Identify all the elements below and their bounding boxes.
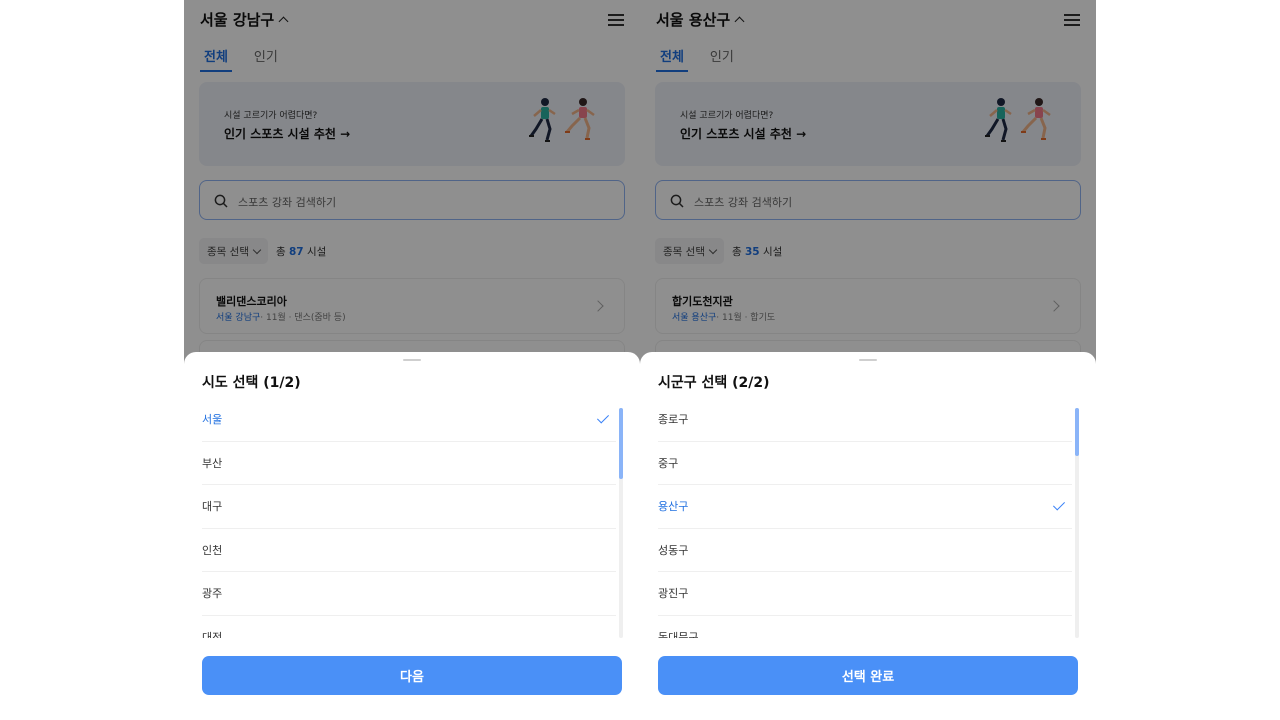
sheet-grab-handle[interactable]: [859, 359, 877, 361]
phone-screen-district: 서울 용산구 전체 인기 시설 고르기가 어렵다면? 인기 스포츠 시설 추천 → 스포츠…: [640, 0, 1096, 720]
stage: 서울 강남구 전체 인기 시설 고르기가 어렵다면? 인기 스포츠 시설 추천 → 스포츠…: [0, 0, 1280, 720]
check-icon: [596, 411, 610, 424]
check-icon: [1052, 498, 1066, 511]
scrollbar[interactable]: [619, 408, 623, 638]
list-item[interactable]: 인천: [202, 529, 616, 572]
next-button[interactable]: 다음: [202, 656, 622, 695]
option-label: 인천: [202, 543, 223, 557]
phone-screen-province: 서울 강남구 전체 인기 시설 고르기가 어렵다면? 인기 스포츠 시설 추천 → 스포츠…: [184, 0, 640, 720]
bottom-sheet: 시도 선택 (1/2) 서울부산대구인천광주대전다음: [184, 352, 640, 720]
option-label: 중구: [658, 456, 679, 470]
option-label: 용산구: [658, 500, 689, 514]
list-item[interactable]: 부산: [202, 442, 616, 485]
option-label: 부산: [202, 456, 223, 470]
list-item[interactable]: 용산구: [658, 485, 1072, 529]
list-item[interactable]: 종로구: [658, 398, 1072, 442]
option-label: 성동구: [658, 543, 689, 557]
sheet-title: 시도 선택 (1/2): [202, 375, 301, 391]
option-label: 대구: [202, 500, 223, 514]
list-item[interactable]: 대전: [202, 616, 616, 638]
option-label: 광주: [202, 587, 223, 601]
list-item[interactable]: 대구: [202, 485, 616, 529]
sheet-title: 시군구 선택 (2/2): [658, 375, 770, 391]
option-label: 대전: [202, 630, 223, 638]
confirm-button[interactable]: 선택 완료: [658, 656, 1078, 695]
option-list: 서울부산대구인천광주대전: [202, 398, 616, 638]
list-item[interactable]: 서울: [202, 398, 616, 442]
scrollbar-thumb[interactable]: [1075, 408, 1079, 456]
list-item[interactable]: 광주: [202, 572, 616, 616]
option-list: 종로구중구용산구성동구광진구동대문구: [658, 398, 1072, 638]
option-label: 서울: [202, 413, 223, 427]
list-item[interactable]: 광진구: [658, 572, 1072, 616]
option-label: 광진구: [658, 587, 689, 601]
list-item[interactable]: 성동구: [658, 529, 1072, 572]
scrollbar[interactable]: [1075, 408, 1079, 638]
list-item[interactable]: 중구: [658, 442, 1072, 485]
scrollbar-thumb[interactable]: [619, 408, 623, 479]
sheet-grab-handle[interactable]: [403, 359, 421, 361]
list-item[interactable]: 동대문구: [658, 616, 1072, 638]
option-label: 종로구: [658, 413, 689, 427]
bottom-sheet: 시군구 선택 (2/2) 종로구중구용산구성동구광진구동대문구선택 완료: [640, 352, 1096, 720]
option-label: 동대문구: [658, 630, 699, 638]
